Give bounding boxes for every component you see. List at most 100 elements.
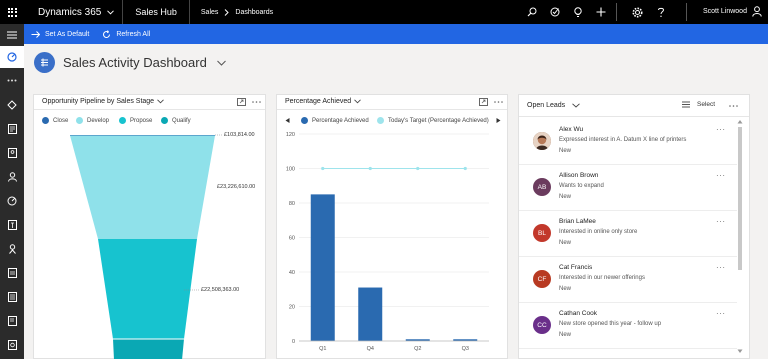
legend-label: Develop [87,117,110,124]
list-item[interactable]: Alex Wu Expressed interest in A. Datum X… [519,119,737,165]
y-tick-label: 60 [289,236,295,242]
percentage-title[interactable]: Percentage Achieved [285,98,361,105]
more-options-icon[interactable] [729,105,738,107]
legend-next-icon[interactable] [496,118,501,123]
nav-leads-icon[interactable] [0,192,24,210]
scrollbar-thumb[interactable] [738,127,742,270]
more-options-icon[interactable] [494,101,503,103]
user-icon[interactable] [752,6,762,19]
expand-icon[interactable] [479,98,488,106]
pipeline-title[interactable]: Opportunity Pipeline by Sales Stage [42,98,164,105]
card-header: Percentage Achieved [277,95,507,110]
nav-quotes-icon[interactable] [0,264,24,282]
hamburger-icon[interactable] [0,26,24,44]
scroll-up-icon[interactable] [737,119,743,124]
legend-swatch [161,117,168,124]
target-point[interactable] [368,166,372,171]
select-button[interactable]: Select [682,101,715,108]
legend-qualify[interactable]: Qualify [161,117,191,124]
nav-opportunities-icon[interactable] [0,216,24,234]
more-options-icon[interactable]: ··· [716,309,726,318]
legend-label: Today's Target (Percentage Achieved) [388,117,489,124]
scrollbar[interactable] [737,119,743,359]
lead-status: New [559,332,572,338]
target-point[interactable] [416,166,420,171]
funnel-segment-propose[interactable] [98,239,197,339]
lead-name[interactable]: Brian LaMee [559,218,596,225]
nav-contacts-icon[interactable] [0,144,24,162]
nav-invoices-icon[interactable] [0,312,24,330]
help-icon[interactable] [649,0,673,24]
scroll-down-icon[interactable] [737,349,743,354]
bar-q1[interactable] [310,194,335,341]
legend-propose[interactable]: Propose [119,117,152,124]
percentage-bar-chart: 0 20 40 60 80 100 120 Q1 Q4 Q2 Q3 [286,132,489,352]
funnel-label-propose: £22,508,363.00 [201,287,240,293]
nav-orders-icon[interactable] [0,288,24,306]
app-launcher-icon[interactable] [0,0,24,24]
set-as-default-button[interactable]: Set As Default [31,24,89,44]
more-options-icon[interactable]: ··· [716,125,726,134]
gear-icon[interactable] [625,0,649,24]
lead-name[interactable]: Allison Brown [559,172,598,179]
select-label: Select [697,101,716,108]
more-options-icon[interactable]: ··· [716,263,726,272]
more-icon[interactable] [0,71,24,89]
nav-competitors-icon[interactable] [0,240,24,258]
legend-close[interactable]: Close [42,117,68,124]
list-item[interactable]: BL Brian LaMee Interested in online only… [519,211,737,257]
y-tick-label: 80 [289,201,295,207]
funnel-segment-develop[interactable] [70,135,215,240]
y-tick-label: 120 [286,132,295,138]
legend-todays-target[interactable]: Today's Target (Percentage Achieved) [377,117,489,124]
list-item[interactable]: CF Cat Francis Interested in our newer o… [519,257,737,303]
breadcrumb-dashboards[interactable]: Dashboards [235,9,273,16]
nav-activities-icon[interactable] [0,96,24,114]
legend-develop[interactable]: Develop [76,117,109,124]
task-icon[interactable] [543,0,566,24]
more-options-icon[interactable]: ··· [716,171,726,180]
user-name[interactable]: Scott Linwood [703,8,747,15]
legend-label: Propose [130,117,153,124]
target-point[interactable] [321,166,325,171]
legend-prev-icon[interactable] [285,118,290,123]
search-icon[interactable] [520,0,543,24]
funnel-segment-qualify[interactable] [113,339,184,359]
x-tick-label: Q2 [414,346,421,352]
legend-label: Percentage Achieved [312,117,369,124]
lead-name[interactable]: Alex Wu [559,126,583,133]
app-switcher[interactable]: Dynamics 365 [24,0,124,24]
page-title-row: Sales Activity Dashboard [34,52,226,73]
nav-products-icon[interactable] [0,336,24,354]
plus-icon[interactable] [589,0,612,24]
lead-status: New [559,286,572,292]
funnel-segment-close[interactable] [70,135,215,136]
nav-people-icon[interactable] [0,168,24,186]
lead-topic: Interested in online only store [559,229,638,235]
expand-icon[interactable] [237,98,246,106]
legend-label: Qualify [172,117,191,124]
refresh-all-button[interactable]: Refresh All [102,24,150,44]
card-header: Open Leads Select [519,95,749,117]
list-item[interactable]: AB Allison Brown Wants to expand New ··· [519,165,737,211]
bar-q4[interactable] [358,287,383,341]
set-as-default-label: Set As Default [45,30,90,38]
chevron-down-icon[interactable] [216,60,226,66]
divider [686,3,687,21]
legend-percentage-achieved[interactable]: Percentage Achieved [301,117,369,124]
more-options-icon[interactable] [252,101,261,103]
app-title: Dynamics 365 [38,6,102,18]
list-item[interactable]: CC Cathan Cook New store opened this yea… [519,303,737,349]
lightbulb-icon[interactable] [566,0,589,24]
lead-name[interactable]: Cathan Cook [559,310,597,317]
pipeline-title-label: Opportunity Pipeline by Sales Stage [42,98,155,105]
target-point[interactable] [463,166,467,171]
lead-topic: New store opened this year - follow up [559,321,662,327]
more-options-icon[interactable]: ··· [716,217,726,226]
leads-title[interactable]: Open Leads [527,102,580,109]
breadcrumb-sales[interactable]: Sales [201,9,219,16]
nav-dashboards-icon[interactable] [0,46,24,68]
nav-accounts-icon[interactable] [0,120,24,138]
lead-name[interactable]: Cat Francis [559,264,592,271]
hub-title[interactable]: Sales Hub [123,0,190,24]
